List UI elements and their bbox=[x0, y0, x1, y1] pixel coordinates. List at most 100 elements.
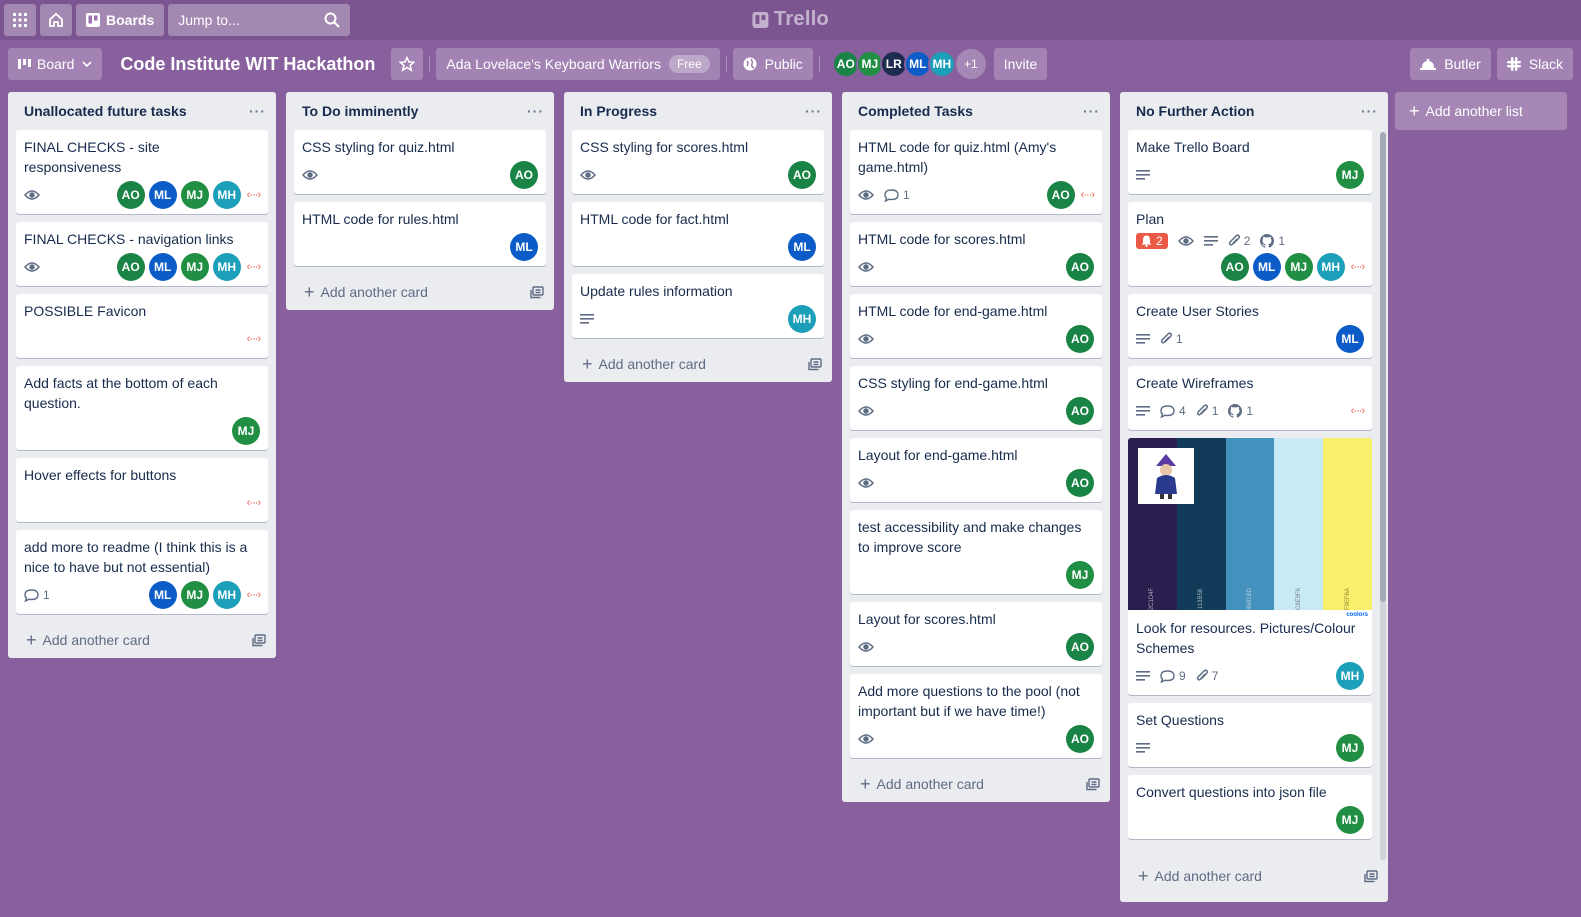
list-title[interactable]: Unallocated future tasks bbox=[24, 103, 187, 119]
visibility-button[interactable]: Public bbox=[732, 48, 813, 80]
list-header[interactable]: Completed Tasks ··· bbox=[842, 92, 1110, 130]
avatar[interactable]: MJ bbox=[1066, 561, 1094, 589]
list-header[interactable]: In Progress ··· bbox=[564, 92, 832, 130]
slack-button[interactable]: Slack bbox=[1496, 48, 1573, 80]
template-icon[interactable] bbox=[808, 357, 822, 371]
list-menu-icon[interactable]: ··· bbox=[1083, 103, 1100, 119]
avatar[interactable]: ML bbox=[1252, 253, 1281, 281]
list-menu-icon[interactable]: ··· bbox=[249, 103, 266, 119]
avatar[interactable]: ML bbox=[148, 253, 177, 281]
avatar[interactable]: MH bbox=[927, 50, 956, 78]
avatar[interactable]: AO bbox=[1046, 181, 1075, 209]
card[interactable]: Add facts at the bottom of each question… bbox=[16, 366, 268, 450]
card[interactable]: POSSIBLE Favicon ‹···› bbox=[16, 294, 268, 358]
add-card-button[interactable]: + Add another card bbox=[842, 766, 1110, 802]
avatar[interactable]: AO bbox=[1066, 725, 1094, 753]
avatar[interactable]: MH bbox=[212, 181, 241, 209]
butler-button[interactable]: Butler bbox=[1410, 48, 1491, 80]
card[interactable]: Update rules information MH bbox=[572, 274, 824, 338]
scrollbar-thumb[interactable] bbox=[1380, 132, 1386, 602]
avatar[interactable]: AO bbox=[1066, 469, 1094, 497]
add-card-button[interactable]: + Add another card bbox=[564, 346, 832, 382]
list-menu-icon[interactable]: ··· bbox=[527, 103, 544, 119]
avatar[interactable]: AO bbox=[116, 181, 145, 209]
card[interactable]: Hover effects for buttons ‹···› bbox=[16, 458, 268, 522]
card[interactable]: FINAL CHECKS - site responsiveness AO ML MJ… bbox=[16, 130, 268, 214]
boards-button[interactable]: Boards bbox=[76, 4, 165, 36]
list-title[interactable]: In Progress bbox=[580, 103, 657, 119]
card[interactable]: Layout for scores.html AO bbox=[850, 602, 1102, 666]
avatar[interactable]: AO bbox=[1066, 253, 1094, 281]
card[interactable]: Convert questions into json file MJ bbox=[1128, 775, 1372, 839]
avatar[interactable]: AO bbox=[1066, 397, 1094, 425]
avatar[interactable]: MH bbox=[212, 253, 241, 281]
avatar[interactable]: ML bbox=[148, 181, 177, 209]
template-icon[interactable] bbox=[1086, 777, 1100, 791]
add-list-button[interactable]: + Add another list bbox=[1395, 92, 1567, 130]
avatar[interactable]: AO bbox=[510, 161, 538, 189]
list-header[interactable]: No Further Action ··· bbox=[1120, 92, 1388, 130]
avatar[interactable]: MJ bbox=[1336, 806, 1364, 834]
card[interactable]: Add more questions to the pool (not impo… bbox=[850, 674, 1102, 758]
avatar[interactable]: ML bbox=[1336, 325, 1364, 353]
card[interactable]: FINAL CHECKS - navigation links AO ML MJ MH ‹… bbox=[16, 222, 268, 286]
list-title[interactable]: To Do imminently bbox=[302, 103, 418, 119]
template-icon[interactable] bbox=[530, 285, 544, 299]
template-icon[interactable] bbox=[1364, 869, 1378, 883]
avatar[interactable]: ML bbox=[510, 233, 538, 261]
list-scrollbar[interactable] bbox=[1380, 132, 1386, 860]
star-board-button[interactable] bbox=[391, 48, 424, 80]
avatar[interactable]: MJ bbox=[180, 253, 209, 281]
avatar[interactable]: AO bbox=[116, 253, 145, 281]
trello-logo[interactable]: Trello bbox=[751, 8, 829, 31]
avatar[interactable]: MH bbox=[212, 581, 241, 609]
apps-menu-button[interactable] bbox=[4, 4, 36, 36]
list-title[interactable]: Completed Tasks bbox=[858, 103, 973, 119]
avatar[interactable]: ML bbox=[788, 233, 816, 261]
card[interactable]: Create User Stories 1 ML bbox=[1128, 294, 1372, 358]
card[interactable]: Layout for end-game.html AO bbox=[850, 438, 1102, 502]
card[interactable]: HTML code for end-game.html AO bbox=[850, 294, 1102, 358]
avatar[interactable]: MJ bbox=[180, 581, 209, 609]
board-title[interactable]: Code Institute WIT Hackathon bbox=[110, 54, 385, 75]
home-button[interactable] bbox=[40, 4, 72, 36]
avatar[interactable]: MJ bbox=[232, 417, 260, 445]
card[interactable]: HTML code for fact.html ML bbox=[572, 202, 824, 266]
board-view-switcher[interactable]: Board bbox=[8, 48, 103, 80]
card[interactable]: add more to readme (I think this is a ni… bbox=[16, 530, 268, 614]
card[interactable]: Set Questions MJ bbox=[1128, 703, 1372, 767]
card[interactable]: CSS styling for quiz.html AO bbox=[294, 130, 546, 194]
avatar[interactable]: AO bbox=[1066, 325, 1094, 353]
card[interactable]: CSS styling for scores.html AO bbox=[572, 130, 824, 194]
template-icon[interactable] bbox=[252, 633, 266, 647]
card[interactable]: CSS styling for end-game.html AO bbox=[850, 366, 1102, 430]
card[interactable]: HTML code for quiz.html (Amy's game.html… bbox=[850, 130, 1102, 214]
invite-button[interactable]: Invite bbox=[993, 48, 1048, 80]
avatar[interactable]: MJ bbox=[1336, 161, 1364, 189]
avatar[interactable]: MJ bbox=[1284, 253, 1313, 281]
list-header[interactable]: Unallocated future tasks ··· bbox=[8, 92, 276, 130]
avatar[interactable]: AO bbox=[788, 161, 816, 189]
avatar[interactable]: AO bbox=[1066, 633, 1094, 661]
avatar[interactable]: AO bbox=[1220, 253, 1249, 281]
avatar[interactable]: ML bbox=[148, 581, 177, 609]
list-menu-icon[interactable]: ··· bbox=[805, 103, 822, 119]
avatar[interactable]: MH bbox=[1336, 662, 1364, 690]
add-card-button[interactable]: + Add another card bbox=[8, 622, 276, 658]
card[interactable]: HTML code for scores.html AO bbox=[850, 222, 1102, 286]
card[interactable]: Make Trello Board MJ bbox=[1128, 130, 1372, 194]
card[interactable]: test accessibility and make changes to i… bbox=[850, 510, 1102, 594]
team-button[interactable]: Ada Lovelace's Keyboard Warriors Free bbox=[436, 48, 720, 80]
list-menu-icon[interactable]: ··· bbox=[1361, 103, 1378, 119]
card[interactable]: HTML code for rules.html ML bbox=[294, 202, 546, 266]
avatar[interactable]: MH bbox=[1316, 253, 1345, 281]
search-input[interactable]: Jump to... bbox=[168, 4, 351, 36]
avatar[interactable]: MH bbox=[788, 305, 816, 333]
card[interactable]: 2C1D4F 113B58 4591BD C8E9F6 F9EF6A coolors Loo… bbox=[1128, 438, 1372, 695]
avatar[interactable]: MJ bbox=[1336, 734, 1364, 762]
more-members-button[interactable]: +1 bbox=[955, 49, 986, 79]
list-title[interactable]: No Further Action bbox=[1136, 103, 1254, 119]
add-card-button[interactable]: + Add another card bbox=[1120, 858, 1388, 894]
list-header[interactable]: To Do imminently ··· bbox=[286, 92, 554, 130]
add-card-button[interactable]: + Add another card bbox=[286, 274, 554, 310]
